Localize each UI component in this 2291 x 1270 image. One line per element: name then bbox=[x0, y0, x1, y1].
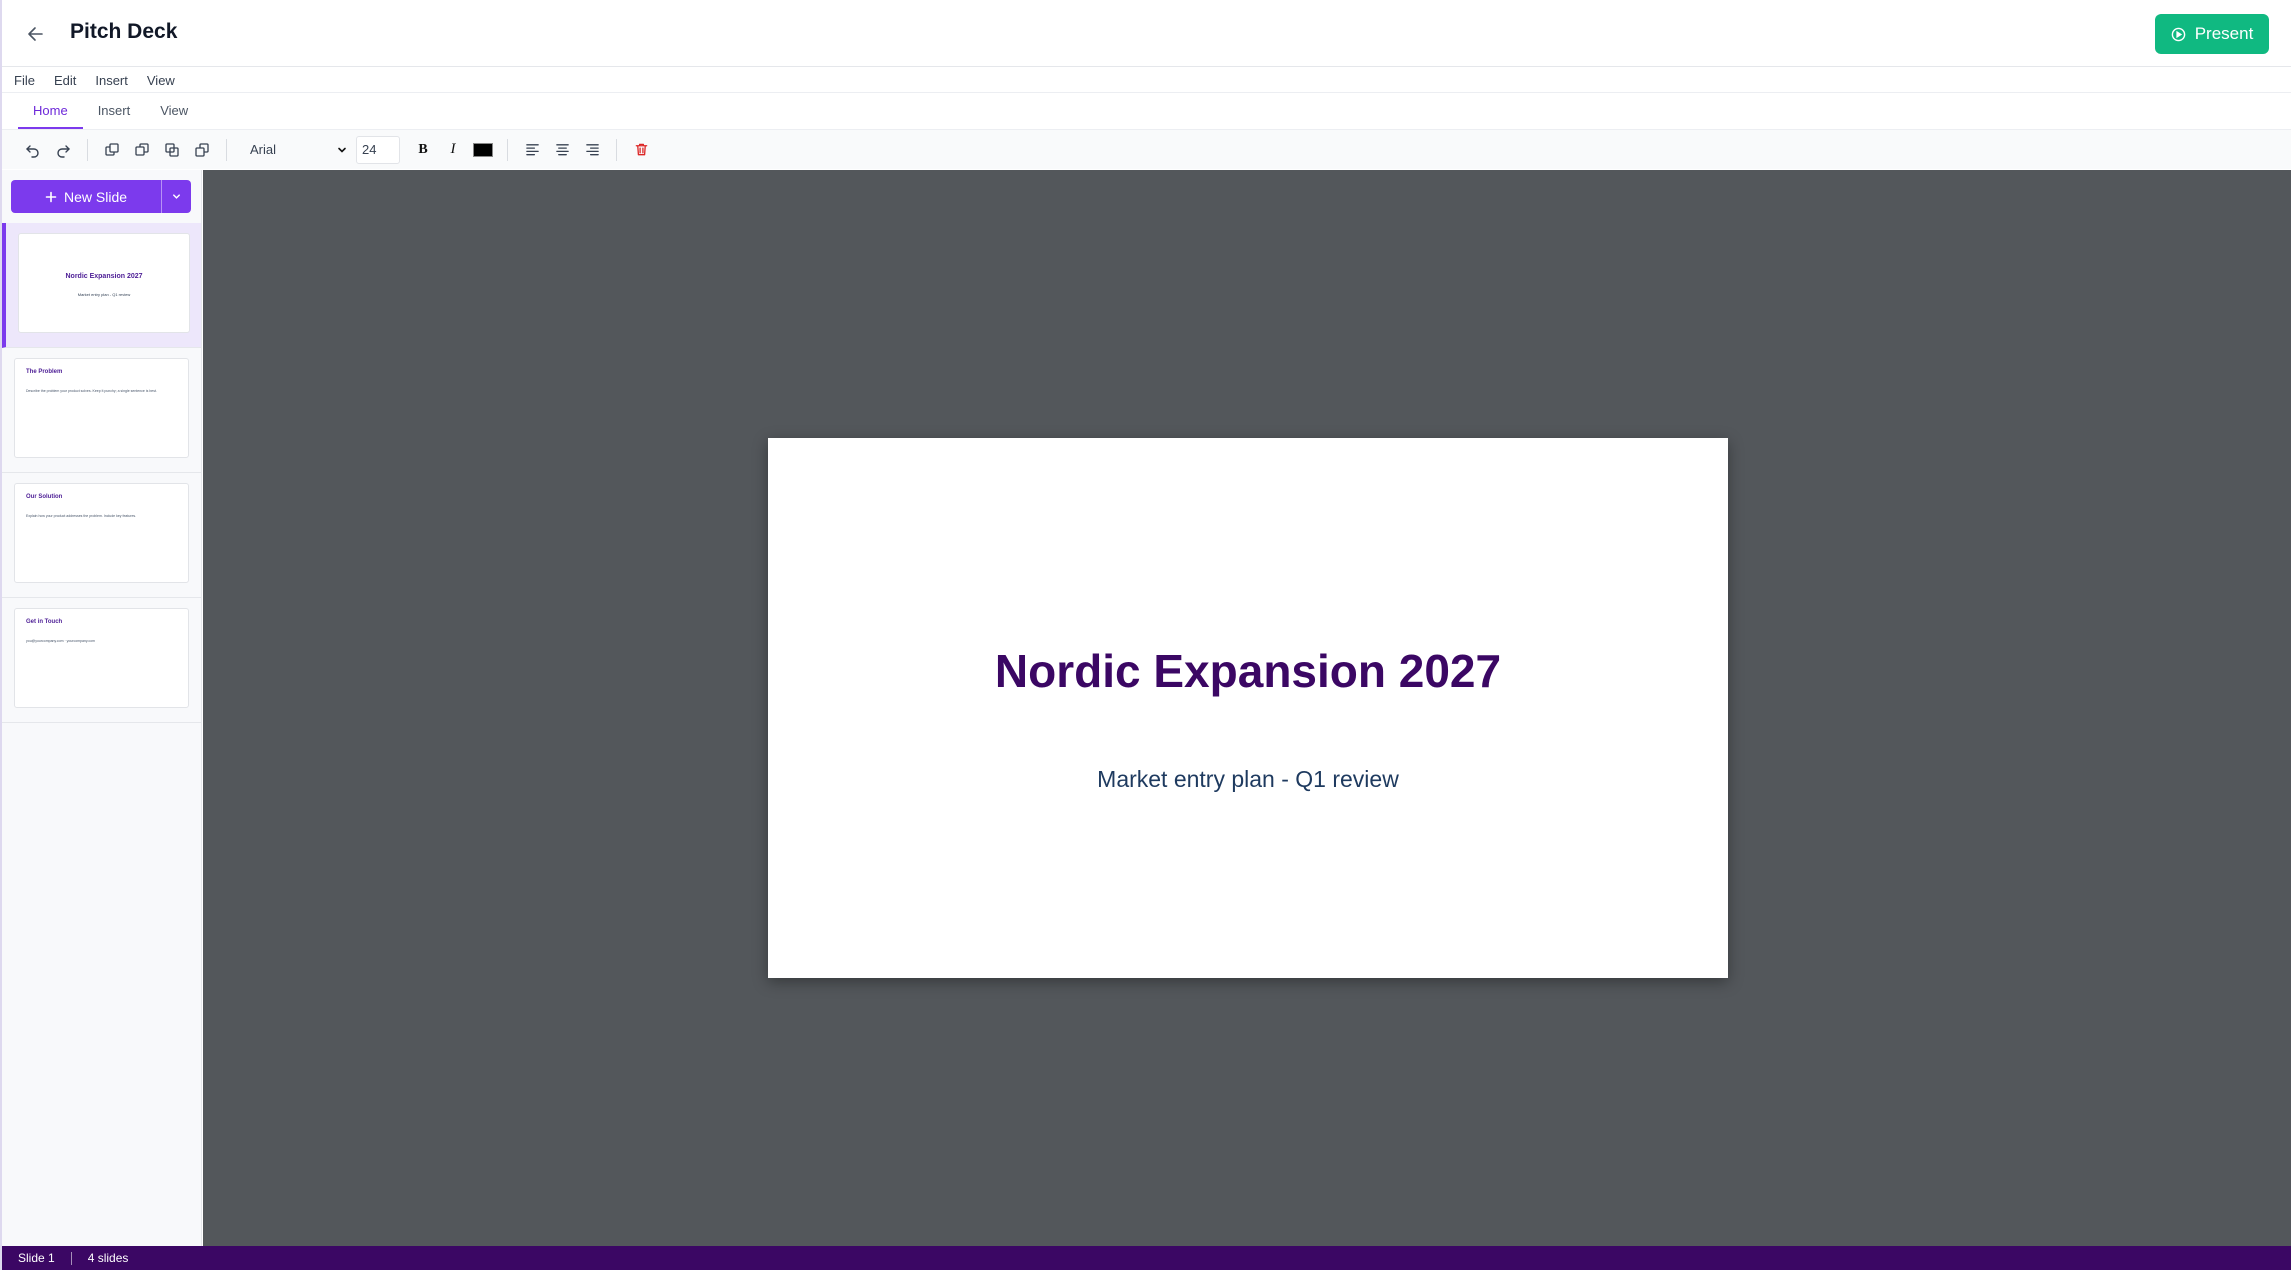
text-color-swatch bbox=[473, 142, 493, 157]
slide-thumbnail-list: Nordic Expansion 2027 Market entry plan … bbox=[2, 223, 201, 723]
status-divider bbox=[70, 1251, 72, 1265]
undo-icon bbox=[26, 144, 39, 158]
send-to-back-button[interactable] bbox=[187, 135, 217, 165]
toolbar-divider bbox=[616, 138, 617, 161]
thumbnail-body: Describe the problem your product solves… bbox=[26, 389, 157, 393]
align-left-button[interactable] bbox=[517, 135, 547, 165]
new-slide-layout-dropdown[interactable] bbox=[161, 180, 191, 213]
send-backward-button[interactable] bbox=[127, 135, 157, 165]
slide-title-textbox[interactable]: Nordic Expansion 2027 bbox=[768, 644, 1728, 698]
new-slide-label: New Slide bbox=[63, 188, 128, 205]
tab-insert[interactable]: Insert bbox=[83, 94, 146, 129]
menu-bar: File Edit Insert View bbox=[2, 68, 2291, 93]
bring-forward-icon bbox=[105, 142, 119, 156]
ribbon-tabs: Home Insert View bbox=[2, 94, 2291, 129]
thumbnail-body: Explain how your product addresses the p… bbox=[26, 514, 137, 518]
slide-thumbnail-1[interactable]: Nordic Expansion 2027 Market entry plan … bbox=[2, 223, 201, 348]
present-button[interactable]: Present bbox=[2155, 14, 2269, 54]
slide-thumbnail-preview: Nordic Expansion 2027 Market entry plan … bbox=[18, 233, 190, 333]
top-bar: Pitch Deck Present bbox=[2, 0, 2291, 67]
menu-edit[interactable]: Edit bbox=[54, 73, 76, 88]
toolbar-divider bbox=[226, 138, 227, 161]
delete-button[interactable] bbox=[626, 135, 656, 165]
presentation-editor: Pitch Deck Present File Edit Insert View… bbox=[0, 0, 2291, 1270]
bring-forward-button[interactable] bbox=[97, 135, 127, 165]
send-backward-icon bbox=[135, 142, 149, 156]
present-label: Present bbox=[2194, 24, 2254, 43]
slide-thumbnail-4[interactable]: Get in Touch you@yourcompany.com · yourc… bbox=[2, 598, 201, 723]
slide-subtitle-textbox[interactable]: Market entry plan - Q1 review bbox=[768, 766, 1728, 793]
trash-icon bbox=[635, 143, 647, 156]
slide-canvas: Nordic Expansion 2027 Market entry plan … bbox=[203, 170, 2291, 1246]
bold-button[interactable]: B bbox=[408, 135, 438, 165]
tab-view[interactable]: View bbox=[145, 94, 203, 129]
chevron-down-icon bbox=[173, 194, 180, 199]
bring-to-front-button[interactable] bbox=[157, 135, 187, 165]
formatting-toolbar: Arial B I bbox=[2, 129, 2291, 169]
align-center-button[interactable] bbox=[547, 135, 577, 165]
align-left-icon bbox=[525, 144, 539, 156]
undo-button[interactable] bbox=[18, 135, 48, 165]
thumbnail-subtitle: Market entry plan - Q1 review bbox=[77, 292, 131, 297]
back-button[interactable] bbox=[20, 18, 52, 50]
play-circle-icon bbox=[2171, 27, 2185, 41]
menu-file[interactable]: File bbox=[14, 73, 35, 88]
toolbar-divider bbox=[87, 138, 88, 161]
thumbnail-title: Get in Touch bbox=[26, 619, 63, 625]
slide-thumbnail-3[interactable]: Our Solution Explain how your product ad… bbox=[2, 473, 201, 598]
new-slide-button[interactable]: New Slide bbox=[11, 180, 161, 213]
status-bar: Slide 1 4 slides bbox=[2, 1246, 2291, 1270]
current-slide-indicator: Slide 1 bbox=[18, 1251, 55, 1265]
thumbnail-body: you@yourcompany.com · yourcompany.com bbox=[26, 639, 95, 643]
slide-thumbnail-2[interactable]: The Problem Describe the problem your pr… bbox=[2, 348, 201, 473]
font-size-input[interactable] bbox=[356, 135, 400, 164]
bring-to-front-icon bbox=[165, 142, 179, 157]
document-title: Pitch Deck bbox=[70, 20, 178, 43]
arrow-left-icon bbox=[28, 27, 43, 41]
menu-insert[interactable]: Insert bbox=[95, 73, 128, 88]
plus-icon bbox=[45, 191, 57, 202]
send-to-back-icon bbox=[195, 142, 209, 157]
slide-thumbnail-preview: Get in Touch you@yourcompany.com · yourc… bbox=[14, 608, 189, 708]
thumbnail-title: The Problem bbox=[26, 369, 63, 375]
slide-thumbnail-preview: Our Solution Explain how your product ad… bbox=[14, 483, 189, 583]
italic-button[interactable]: I bbox=[438, 135, 468, 165]
chevron-down-icon bbox=[338, 147, 346, 153]
slide-sidebar: New Slide Nordic Expansion 2027 Market e… bbox=[2, 170, 202, 1246]
align-right-button[interactable] bbox=[577, 135, 607, 165]
menu-view[interactable]: View bbox=[147, 73, 175, 88]
thumbnail-title: Our Solution bbox=[26, 494, 63, 500]
toolbar-divider bbox=[507, 138, 508, 161]
current-slide[interactable]: Nordic Expansion 2027 Market entry plan … bbox=[768, 438, 1728, 978]
tab-home[interactable]: Home bbox=[18, 94, 83, 129]
redo-icon bbox=[57, 144, 70, 158]
new-slide-control: New Slide bbox=[11, 180, 191, 213]
slide-thumbnail-preview: The Problem Describe the problem your pr… bbox=[14, 358, 189, 458]
thumbnail-title: Nordic Expansion 2027 bbox=[65, 273, 143, 280]
align-right-icon bbox=[585, 144, 599, 156]
align-center-icon bbox=[555, 144, 569, 156]
font-family-select[interactable]: Arial bbox=[236, 136, 354, 164]
slide-count: 4 slides bbox=[87, 1251, 129, 1265]
redo-button[interactable] bbox=[48, 135, 78, 165]
font-family-value: Arial bbox=[250, 142, 277, 157]
text-color-button[interactable] bbox=[468, 135, 498, 165]
